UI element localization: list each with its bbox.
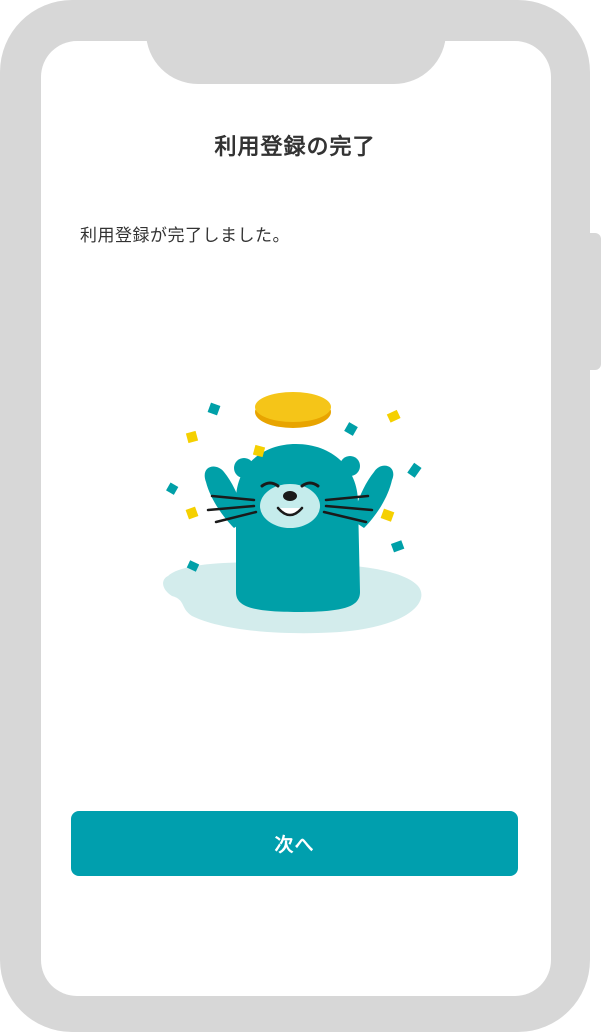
otter-right-ear bbox=[340, 456, 360, 476]
page-title: 利用登録の完了 bbox=[214, 135, 376, 160]
device-side-button bbox=[588, 233, 601, 370]
completion-message: 利用登録が完了しました。 bbox=[80, 226, 290, 246]
coin-face bbox=[255, 392, 331, 422]
otter-nose bbox=[283, 491, 297, 501]
next-button[interactable]: 次へ bbox=[71, 811, 518, 876]
device-notch-top bbox=[146, 0, 446, 84]
otter-face-patch bbox=[260, 484, 320, 528]
otter-celebration-illustration bbox=[163, 392, 422, 634]
otter-left-ear bbox=[234, 458, 254, 478]
